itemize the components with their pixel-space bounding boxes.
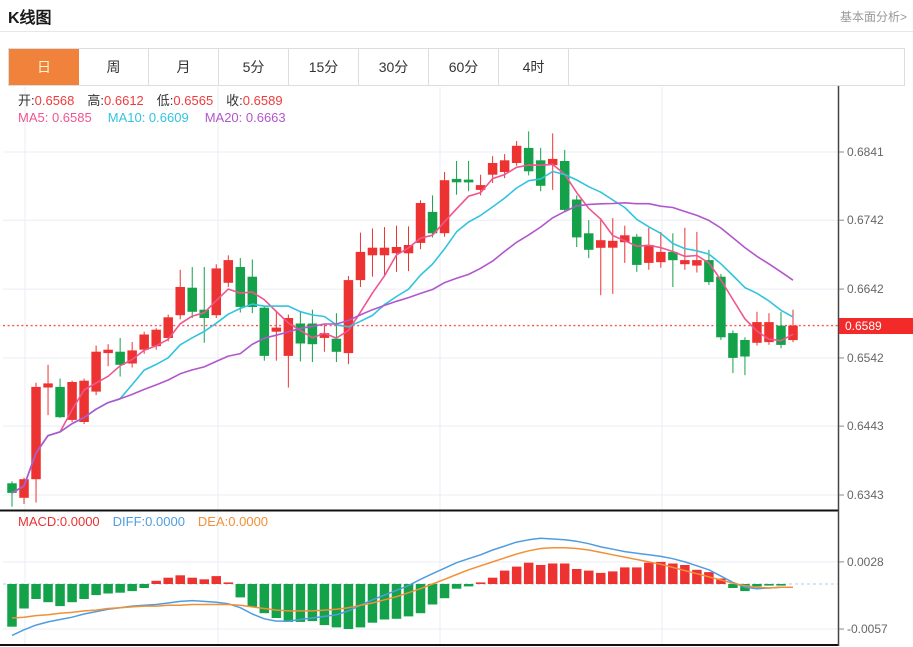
ma-legend: MA5: 0.6585 MA10: 0.6609 MA20: 0.6663 — [18, 110, 302, 125]
price-tick-1: 0.6742 — [847, 213, 884, 227]
price-tick-3: 0.6542 — [847, 351, 884, 365]
price-tick-0: 0.6841 — [847, 145, 884, 159]
tab-4[interactable]: 15分 — [289, 49, 359, 85]
ohlc-item-2: 低:0.6565 — [157, 93, 213, 108]
tab-7[interactable]: 4时 — [499, 49, 569, 85]
current-price-badge: 0.6589 — [839, 318, 913, 334]
ma-item-0: MA5: 0.6585 — [18, 110, 92, 125]
ohlc-item-0: 开:0.6568 — [18, 93, 74, 108]
ma5-line — [12, 164, 793, 493]
price-axis-labels: 0.6841 0.6742 0.6642 0.6542 0.6443 0.6343 0.00… — [839, 145, 888, 636]
kline-page: K线图 基本面分析> 日周月5分15分30分60分4时 0.68410.6742… — [0, 0, 913, 647]
ma-item-1: MA10: 0.6609 — [108, 110, 189, 125]
macd-item-1: DIFF:0.0000 — [113, 514, 185, 529]
macd-legend: MACD:0.0000 DIFF:0.0000 DEA:0.0000 — [18, 514, 281, 529]
price-tick-5: 0.6343 — [847, 488, 884, 502]
tab-0[interactable]: 日 — [9, 49, 79, 85]
grid-layer — [3, 87, 838, 644]
ohlc-legend: 开:0.6568 高:0.6612 低:0.6565 收:0.6589 — [18, 90, 296, 109]
tab-1[interactable]: 周 — [79, 49, 149, 85]
ohlc-item-1: 高:0.6612 — [87, 93, 143, 108]
price-tick-2: 0.6642 — [847, 282, 884, 296]
ohlc-item-3: 收:0.6589 — [226, 93, 282, 108]
tab-3[interactable]: 5分 — [219, 49, 289, 85]
ma20-line — [12, 203, 793, 493]
macd-tick-1: -0.0057 — [847, 622, 888, 636]
macd-item-0: MACD:0.0000 — [18, 514, 100, 529]
macd-item-2: DEA:0.0000 — [198, 514, 268, 529]
macd-bars-layer — [7, 562, 785, 629]
price-tick-4: 0.6443 — [847, 419, 884, 433]
candles-layer — [7, 131, 798, 506]
ma-item-2: MA20: 0.6663 — [205, 110, 286, 125]
tab-6[interactable]: 60分 — [429, 49, 499, 85]
tab-2[interactable]: 月 — [149, 49, 219, 85]
period-tab-bar: 日周月5分15分30分60分4时 — [8, 48, 905, 86]
tab-5[interactable]: 30分 — [359, 49, 429, 85]
macd-tick-0: 0.0028 — [847, 555, 884, 569]
